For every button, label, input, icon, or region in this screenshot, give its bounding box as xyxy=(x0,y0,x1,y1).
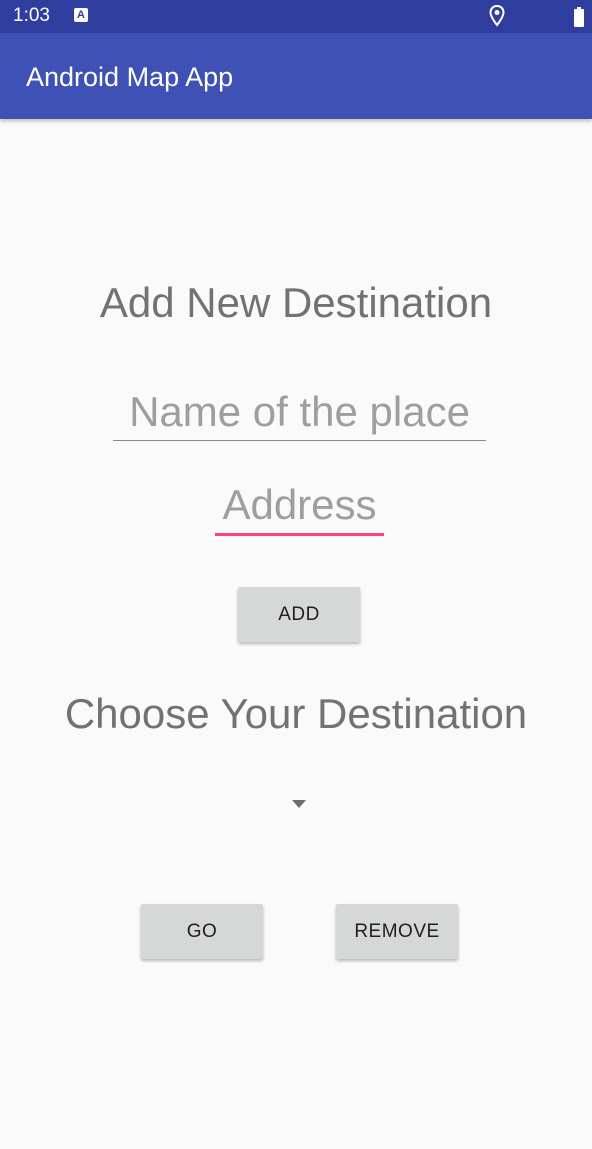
location-pin-icon xyxy=(489,5,505,27)
add-button[interactable]: ADD xyxy=(238,587,360,642)
add-destination-heading: Add New Destination xyxy=(99,279,493,326)
status-time: 1:03 xyxy=(13,5,50,26)
app-title: Android Map App xyxy=(26,62,234,92)
app-bar: Android Map App xyxy=(0,33,592,119)
place-name-input[interactable] xyxy=(113,384,486,441)
address-input[interactable] xyxy=(215,476,384,536)
a-icon: A xyxy=(74,8,88,22)
choose-destination-heading: Choose Your Destination xyxy=(64,690,528,737)
remove-button[interactable]: REMOVE xyxy=(336,904,458,959)
go-button[interactable]: GO xyxy=(141,904,263,959)
destination-spinner[interactable] xyxy=(272,780,326,828)
dropdown-arrow-icon xyxy=(292,800,306,808)
battery-full-icon xyxy=(574,7,584,27)
status-bar: 1:03 A xyxy=(0,0,592,33)
